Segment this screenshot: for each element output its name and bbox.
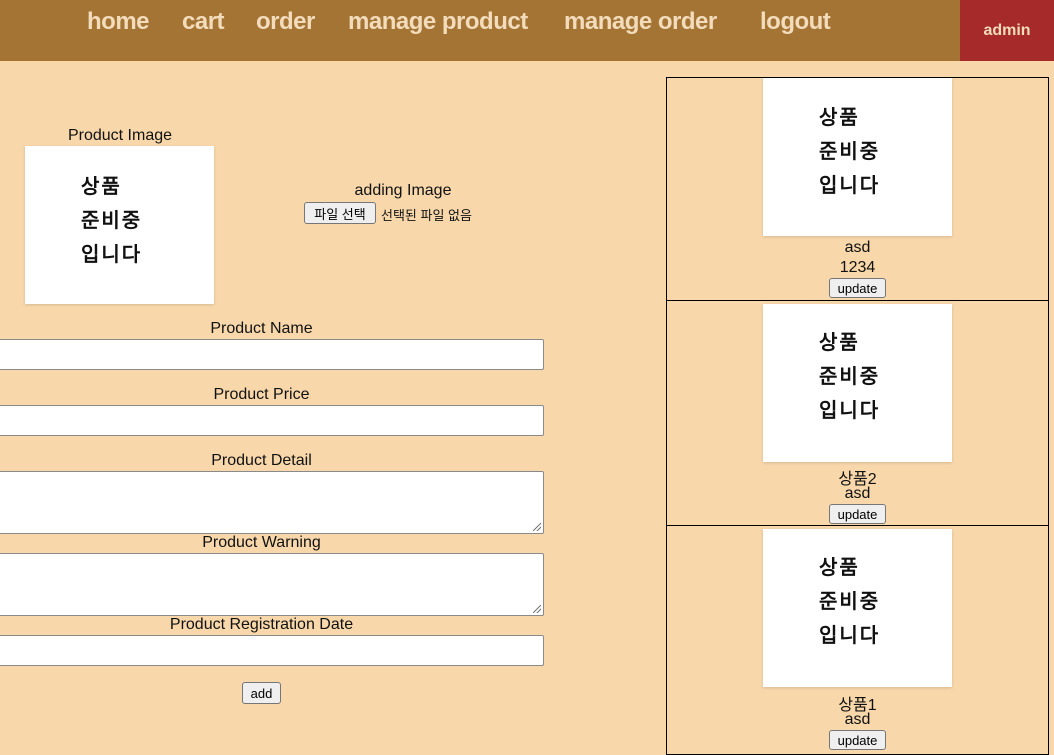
- placeholder-line: 상품: [819, 555, 860, 579]
- placeholder-text: 상품 준비중 입니다: [81, 169, 142, 271]
- placeholder-text: 상품 준비중 입니다: [819, 100, 880, 202]
- product-image-preview: 상품 준비중 입니다: [25, 146, 214, 304]
- update-button[interactable]: update: [829, 278, 886, 298]
- placeholder-line: 입니다: [819, 623, 881, 647]
- nav-cart-link[interactable]: cart: [182, 8, 225, 36]
- admin-badge[interactable]: admin: [960, 0, 1054, 61]
- product-card: 상품 준비중 입니다 asd 1234 update: [666, 77, 1049, 301]
- add-product-button[interactable]: add: [242, 682, 281, 704]
- nav-manage-order-link[interactable]: manage order: [564, 8, 717, 36]
- product-detail-label: Product Detail: [211, 452, 312, 469]
- product-info-text: asd: [844, 485, 871, 502]
- placeholder-line: 준비중: [819, 589, 881, 613]
- placeholder-line: 상품: [819, 105, 860, 129]
- nav-logout-link[interactable]: logout: [760, 8, 831, 36]
- placeholder-text: 상품 준비중 입니다: [819, 325, 880, 427]
- product-card: 상품 준비중 입니다 상품2 asd update: [666, 300, 1049, 526]
- placeholder-line: 입니다: [81, 242, 143, 266]
- placeholder-line: 준비중: [819, 139, 881, 163]
- product-name-input[interactable]: [0, 339, 544, 370]
- product-date-label: Product Registration Date: [169, 616, 354, 633]
- update-button[interactable]: update: [829, 504, 886, 524]
- update-button[interactable]: update: [829, 730, 886, 750]
- file-status-text: 선택된 파일 없음: [381, 208, 472, 223]
- product-info-text: asd: [844, 711, 871, 728]
- placeholder-line: 입니다: [819, 173, 881, 197]
- placeholder-line: 입니다: [819, 398, 881, 422]
- nav-manage-product-link[interactable]: manage product: [348, 8, 528, 36]
- admin-label: admin: [983, 21, 1031, 39]
- file-select-button[interactable]: 파일 선택: [304, 202, 376, 224]
- product-card: 상품 준비중 입니다 상품1 asd update: [666, 525, 1049, 755]
- placeholder-line: 상품: [81, 174, 122, 198]
- product-price-label: Product Price: [213, 386, 310, 403]
- resize-grip-icon[interactable]: [533, 605, 541, 613]
- placeholder-text: 상품 준비중 입니다: [819, 550, 880, 652]
- product-warning-textarea[interactable]: [0, 553, 544, 616]
- product-detail-textarea[interactable]: [0, 471, 544, 534]
- placeholder-line: 준비중: [819, 364, 881, 388]
- product-price-input[interactable]: [0, 405, 544, 436]
- product-image-label: Product Image: [67, 127, 173, 144]
- product-info-text: 1234: [839, 259, 876, 276]
- top-nav: home cart order manage product manage or…: [0, 0, 1054, 61]
- placeholder-line: 상품: [819, 330, 860, 354]
- product-warning-label: Product Warning: [202, 534, 321, 551]
- nav-home-link[interactable]: home: [87, 8, 150, 36]
- adding-image-label: adding Image: [354, 182, 452, 199]
- resize-grip-icon[interactable]: [533, 523, 541, 531]
- product-name-label: Product Name: [210, 320, 313, 337]
- nav-order-link[interactable]: order: [256, 8, 315, 36]
- product-date-input[interactable]: [0, 635, 544, 666]
- product-name-text: asd: [844, 239, 871, 256]
- placeholder-line: 준비중: [81, 208, 143, 232]
